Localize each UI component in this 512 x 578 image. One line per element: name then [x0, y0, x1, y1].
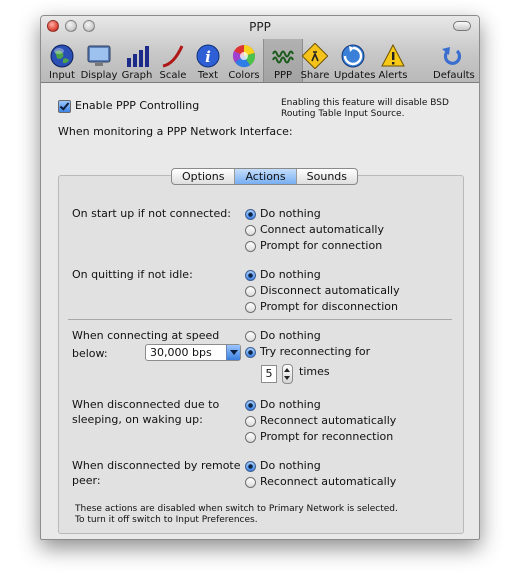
toolbar-label: Display	[80, 70, 118, 81]
speed-popup-value: 30,000 bps	[150, 346, 212, 359]
toolbar-item-graph[interactable]: Graph	[118, 41, 156, 81]
startup-connect-radio[interactable]	[245, 225, 256, 236]
quitting-disconnect-radio[interactable]	[245, 286, 256, 297]
toolbar-label: Graph	[121, 70, 153, 81]
speed-option-label: Do nothing	[260, 329, 321, 342]
sleep-option-label: Reconnect automatically	[260, 414, 397, 427]
footer-note-line2: To turn it off switch to Input Preferenc…	[75, 515, 258, 525]
reset-arrow-icon	[442, 47, 462, 65]
startup-option-label: Prompt for connection	[260, 239, 383, 252]
preferences-window: PPP Input Display Graph Scale i Text Col…	[40, 15, 480, 540]
reconnect-times-field[interactable]: 5	[261, 365, 277, 383]
globe-icon	[50, 44, 74, 68]
footer-note-line1: These actions are disabled when switch t…	[75, 504, 398, 514]
info-icon: i	[196, 44, 220, 68]
reconnect-times-stepper[interactable]	[282, 364, 293, 384]
toolbar-label: Text	[197, 70, 219, 81]
remote-do-nothing-radio[interactable]	[245, 461, 256, 472]
quitting-option-label: Prompt for disconnection	[260, 300, 398, 313]
tab-sounds[interactable]: Sounds	[297, 169, 357, 184]
enable-ppp-label: Enable PPP Controlling	[75, 99, 200, 112]
toolbar-label: Input	[49, 70, 75, 81]
color-wheel-icon	[232, 45, 256, 68]
window-title: PPP	[249, 20, 271, 34]
remote-option-label: Reconnect automatically	[260, 475, 397, 488]
remote-option-label: Do nothing	[260, 459, 321, 472]
remote-label-line2: peer:	[72, 474, 101, 487]
toolbar-item-colors[interactable]: Colors	[225, 41, 263, 81]
chevron-down-icon	[226, 345, 240, 360]
speed-label-line2: below:	[72, 347, 108, 360]
enable-note-line2: Routing Table Input Source.	[281, 109, 405, 119]
speed-do-nothing-radio[interactable]	[245, 331, 256, 342]
toolbar-label: Share	[300, 70, 330, 81]
startup-option-label: Do nothing	[260, 207, 321, 220]
toolbar-item-scale[interactable]: Scale	[154, 41, 192, 81]
tab-options[interactable]: Options	[172, 169, 236, 184]
sleep-option-label: Do nothing	[260, 398, 321, 411]
sleep-prompt-radio[interactable]	[245, 432, 256, 443]
enable-ppp-checkbox[interactable]	[58, 100, 71, 113]
quitting-label: On quitting if not idle:	[72, 268, 193, 281]
ppp-wave-icon	[272, 50, 294, 64]
updates-globe-icon	[341, 44, 365, 68]
toolbar-item-display[interactable]: Display	[80, 41, 118, 81]
speed-try-reconnecting-radio[interactable]	[245, 347, 256, 358]
tab-actions[interactable]: Actions	[235, 169, 297, 184]
monitor-icon	[87, 45, 111, 66]
stepper-down-icon	[284, 376, 290, 380]
sleep-label-line1: When disconnected due to	[72, 398, 220, 411]
title-toolbar: PPP Input Display Graph Scale i Text Col…	[41, 16, 479, 83]
sleep-reconnect-radio[interactable]	[245, 416, 256, 427]
enable-note-line1: Enabling this feature will disable BSD	[281, 98, 449, 108]
stepper-up-icon	[284, 368, 290, 372]
section-divider	[68, 319, 452, 320]
sleep-do-nothing-radio[interactable]	[245, 400, 256, 411]
toolbar-label: Colors	[228, 70, 260, 81]
content-area: Enable PPP Controlling Enabling this fea…	[41, 83, 479, 539]
quitting-prompt-radio[interactable]	[245, 302, 256, 313]
scale-curve-icon	[162, 45, 184, 68]
remote-label-line1: When disconnected by remote	[72, 459, 241, 472]
quitting-option-label: Do nothing	[260, 268, 321, 281]
startup-option-label: Connect automatically	[260, 223, 384, 236]
remote-reconnect-radio[interactable]	[245, 477, 256, 488]
toolbar-item-defaults[interactable]: Defaults	[433, 41, 475, 81]
sleep-label-line2: sleeping, on waking up:	[72, 413, 203, 426]
share-sign-icon	[302, 43, 328, 69]
bar-graph-icon	[127, 46, 149, 67]
toolbar-label: Scale	[159, 70, 187, 81]
startup-label: On start up if not connected:	[72, 207, 231, 220]
toolbar-label: Alerts	[378, 70, 408, 81]
toolbar-item-share[interactable]: Share	[296, 41, 334, 81]
toolbar-item-alerts[interactable]: Alerts	[374, 41, 412, 81]
speed-label-line1: When connecting at speed	[72, 329, 220, 342]
speed-option-label: Try reconnecting for	[260, 345, 371, 358]
startup-do-nothing-radio[interactable]	[245, 209, 256, 220]
times-label: times	[299, 365, 330, 378]
toolbar-item-text[interactable]: i Text	[189, 41, 227, 81]
sleep-option-label: Prompt for reconnection	[260, 430, 394, 443]
tab-bar: Options Actions Sounds	[171, 168, 359, 185]
toolbar-toggle-button[interactable]	[453, 21, 471, 31]
alert-triangle-icon	[381, 43, 405, 67]
monitor-heading: When monitoring a PPP Network Interface:	[58, 125, 293, 138]
svg-text:i: i	[205, 48, 211, 66]
quitting-option-label: Disconnect automatically	[260, 284, 400, 297]
startup-prompt-radio[interactable]	[245, 241, 256, 252]
quitting-do-nothing-radio[interactable]	[245, 270, 256, 281]
speed-threshold-popup[interactable]: 30,000 bps	[145, 344, 241, 361]
toolbar-item-updates[interactable]: Updates	[334, 41, 376, 81]
toolbar-label: Updates	[334, 70, 376, 81]
toolbar-label: Defaults	[433, 70, 475, 81]
toolbar-item-input[interactable]: Input	[43, 41, 81, 81]
